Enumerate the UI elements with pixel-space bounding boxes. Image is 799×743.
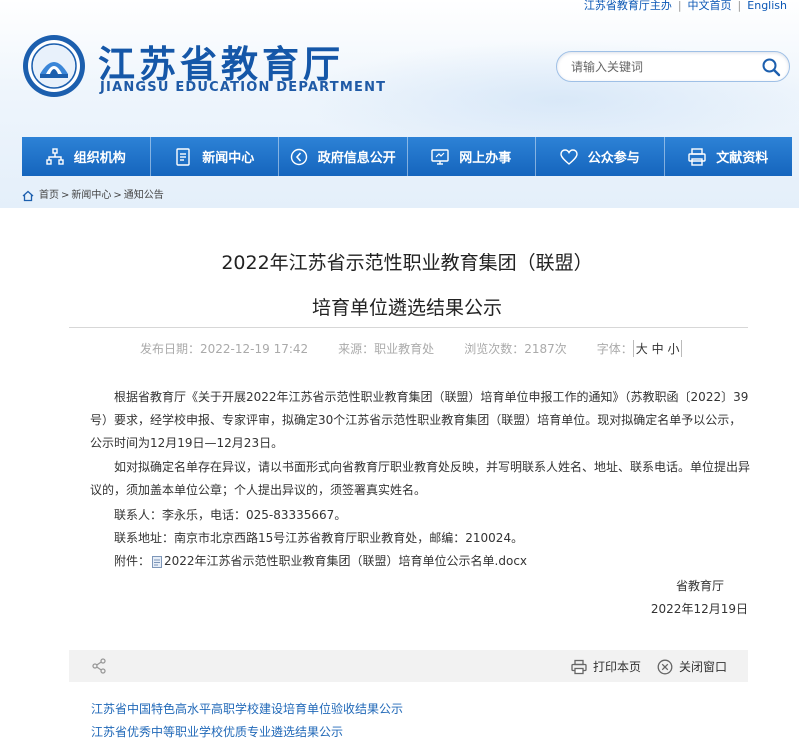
source-label: 来源： [338,342,375,356]
nav-label: 公众参与 [587,151,640,166]
close-icon [657,659,673,674]
nav-item-documents[interactable]: 文献资料 [665,137,793,176]
breadcrumb-notices[interactable]: 通知公告 [124,190,164,202]
print-button[interactable]: 打印本页 [571,658,641,675]
breadcrumb-separator: > [61,190,70,201]
top-link-separator: | [677,0,682,12]
chinese-home-link[interactable]: 中文首页 [688,0,732,12]
publish-date: 发布日期：2022-12-19 17:42 [140,340,308,356]
logo-emblem-icon[interactable] [22,34,86,98]
nav-label: 网上办事 [459,151,512,166]
share-icon[interactable] [91,658,107,674]
article-meta: 发布日期：2022-12-19 17:42 来源：职业教育处 浏览次数：2187… [140,340,683,357]
nav-label: 新闻中心 [202,151,255,166]
monitor-icon [431,148,449,165]
attachment-link[interactable]: 2022年江苏省示范性职业教育集团（联盟）培育单位公示名单.docx [164,550,527,573]
english-link[interactable]: English [747,0,787,12]
org-icon [46,147,64,165]
address-line: 联系地址：南京市北京西路15号江苏省教育厅职业教育处，邮编：210024。 [114,531,524,545]
top-links: 江苏省教育厅主办 | 中文首页 | English [584,0,787,12]
nav-item-gov-info[interactable]: 政府信息公开 [279,137,408,176]
breadcrumb: 首页 > 新闻中心 > 通知公告 [22,189,164,203]
site-subtitle: JIANGSU EDUCATION DEPARTMENT [100,80,387,95]
article-toolbar: 打印本页 关闭窗口 [69,650,748,682]
main-nav: 组织机构 新闻中心 政府信息公开 网上办事 公众参与 文献资料 [22,137,792,176]
home-icon [22,190,34,202]
breadcrumb-news-center[interactable]: 新闻中心 [71,190,111,202]
publish-date-label: 发布日期： [140,342,201,356]
views-label: 浏览次数： [464,342,525,356]
view-count: 浏览次数：2187次 [464,340,567,356]
related-article-link[interactable]: 江苏省优秀中等职业学校优质专业遴选结果公示 [91,721,403,743]
attachment-label: 附件： [114,554,151,568]
nav-item-online-services[interactable]: 网上办事 [408,137,536,176]
nav-label: 组织机构 [73,151,126,166]
close-window-button[interactable]: 关闭窗口 [657,658,727,675]
font-medium-button[interactable]: 中 [652,342,664,356]
contact-line: 联系人：李永乐，电话：025-83335667。 [114,508,347,522]
search-box [556,51,790,82]
nav-item-organization[interactable]: 组织机构 [22,137,151,176]
font-size-options: 大 中 小 [632,340,683,357]
article-container: 2022年江苏省示范性职业教育集团（联盟） 培育单位遴选结果公示 发布日期：20… [22,208,792,743]
article-paragraph: 如对拟确定名单存在异议，请以书面形式向省教育厅职业教育处反映，并写明联系人姓名、… [90,460,751,497]
title-divider [69,327,748,328]
nav-label: 政府信息公开 [317,151,396,166]
publish-date-value: 2022-12-19 17:42 [200,342,309,356]
font-large-button[interactable]: 大 [636,342,648,356]
attachment-line: 附件： 2022年江苏省示范性职业教育集团（联盟）培育单位公示名单.docx [114,550,527,573]
related-articles: 江苏省中国特色高水平高职学校建设培育单位验收结果公示 江苏省优秀中等职业学校优质… [91,698,403,743]
print-icon [571,659,587,674]
search-icon[interactable] [761,57,781,77]
nav-item-news[interactable]: 新闻中心 [151,137,279,176]
printer-icon [688,147,706,166]
related-article-link[interactable]: 江苏省中国特色高水平高职学校建设培育单位验收结果公示 [91,698,403,721]
doc-file-icon [152,555,163,568]
news-icon [176,147,190,166]
breadcrumb-home[interactable]: 首页 [39,190,59,202]
font-label: 字体： [596,342,633,356]
top-link-separator: | [737,0,742,12]
heart-icon [560,148,578,165]
print-label: 打印本页 [593,660,642,674]
sponsor-link[interactable]: 江苏省教育厅主办 [584,0,672,12]
search-input[interactable] [571,58,751,76]
font-small-button[interactable]: 小 [667,342,679,356]
breadcrumb-separator: > [113,190,122,201]
source-value: 职业教育处 [374,342,435,356]
nav-label: 文献资料 [716,151,769,166]
header-background [0,0,799,208]
info-icon [290,148,307,165]
close-label: 关闭窗口 [679,660,728,674]
nav-item-public-participation[interactable]: 公众参与 [536,137,665,176]
article-paragraph: 根据省教育厅《关于开展2022年江苏省示范性职业教育集团（联盟）培育单位申报工作… [90,390,749,450]
font-size-control: 字体：大 中 小 [596,340,683,357]
signer: 省教育厅 [675,579,724,593]
article-source: 来源：职业教育处 [338,340,434,356]
sign-date: 2022年12月19日 [650,602,748,616]
article-title-line1: 2022年江苏省示范性职业教育集团（联盟） [221,252,593,274]
views-value: 2187次 [524,342,567,356]
article-title-line2: 培育单位遴选结果公示 [311,297,502,319]
